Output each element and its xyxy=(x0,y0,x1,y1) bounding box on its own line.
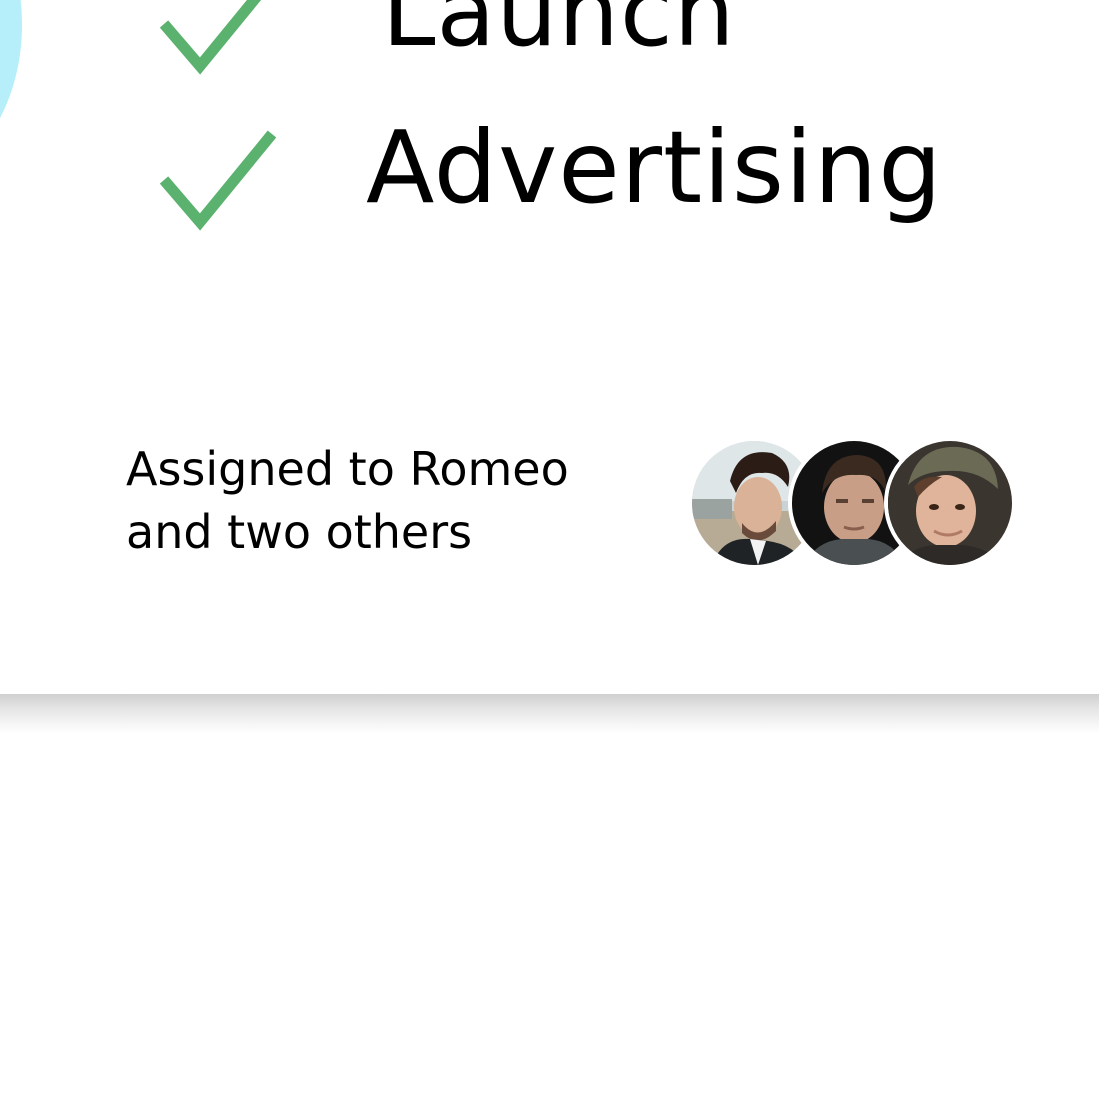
task-label: Advertising xyxy=(366,109,943,226)
avatar-image xyxy=(888,441,1012,565)
assignment-line-2: and two others xyxy=(126,505,473,559)
card-shadow xyxy=(0,694,1099,734)
assignment-text: Assigned to Romeo and two others xyxy=(126,438,569,564)
avatar-other-2[interactable] xyxy=(884,437,1016,569)
assignment-line-1: Assigned to Romeo xyxy=(126,442,569,496)
decorative-circle xyxy=(0,0,22,190)
task-card: Launch Advertising Assigned to Romeo and… xyxy=(0,0,1099,694)
page: Launch Advertising Assigned to Romeo and… xyxy=(0,0,1099,1099)
checkmark-icon xyxy=(159,0,262,75)
checkmark-icon xyxy=(159,130,277,231)
task-label: Launch xyxy=(382,0,736,68)
